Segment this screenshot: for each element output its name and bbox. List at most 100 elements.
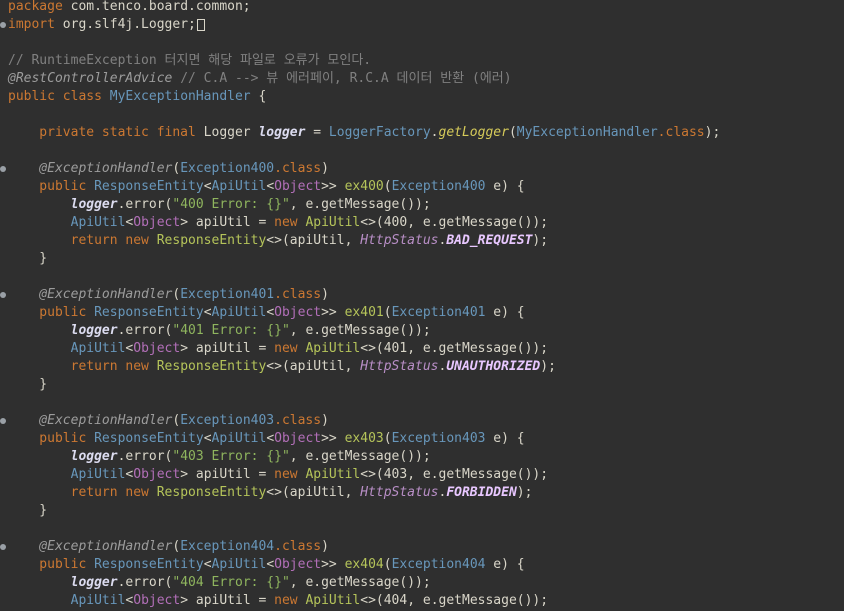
code-token: > apiUtil = <box>180 467 275 482</box>
code-line[interactable]: public class MyExceptionHandler { <box>8 88 844 106</box>
code-token: ApiUtil <box>305 467 361 482</box>
code-line[interactable]: logger.error("404 Error: {}", e.getMessa… <box>8 574 844 592</box>
code-token: .error( <box>117 575 173 590</box>
code-line[interactable]: @ExceptionHandler(Exception400.class) <box>8 160 844 178</box>
code-token: BAD_REQUEST <box>446 233 533 248</box>
code-token: ); <box>540 359 556 374</box>
code-token: import <box>8 17 55 32</box>
code-token: public <box>8 431 87 446</box>
code-line[interactable] <box>8 268 844 286</box>
code-line[interactable]: logger.error("400 Error: {}", e.getMessa… <box>8 196 844 214</box>
code-token: >> <box>321 557 345 572</box>
code-token: <>(apiUtil, <box>266 233 361 248</box>
code-line[interactable]: } <box>8 376 844 394</box>
code-line[interactable]: ApiUtil<Object> apiUtil = new ApiUtil<>(… <box>8 466 844 484</box>
code-token: HttpStatus <box>360 233 439 248</box>
code-token: ( <box>508 125 517 140</box>
code-line[interactable]: @ExceptionHandler(Exception404.class) <box>8 538 844 556</box>
code-token: @ExceptionHandler <box>8 287 173 302</box>
code-token: < <box>266 557 275 572</box>
code-token: ) <box>321 161 329 176</box>
code-line[interactable] <box>8 394 844 412</box>
code-line[interactable] <box>8 34 844 52</box>
code-token: Object <box>133 593 181 608</box>
code-token: e) { <box>485 179 525 194</box>
code-line[interactable]: ApiUtil<Object> apiUtil = new ApiUtil<>(… <box>8 592 844 610</box>
code-line[interactable]: @ExceptionHandler(Exception403.class) <box>8 412 844 430</box>
code-line[interactable]: @ExceptionHandler(Exception401.class) <box>8 286 844 304</box>
code-line[interactable]: public ResponseEntity<ApiUtil<Object>> e… <box>8 178 844 196</box>
code-token: getLogger <box>438 125 509 140</box>
code-token: } <box>8 377 48 392</box>
code-token: new <box>274 467 298 482</box>
code-token: e) { <box>485 305 525 320</box>
code-token: // RuntimeException 터지면 해당 파일로 오류가 모인다. <box>8 53 372 68</box>
code-line[interactable]: public ResponseEntity<ApiUtil<Object>> e… <box>8 556 844 574</box>
code-line[interactable]: return new ResponseEntity<>(apiUtil, Htt… <box>8 484 844 502</box>
code-token: private static final <box>8 125 196 140</box>
code-token: < <box>266 305 275 320</box>
code-token: <>(400, e.getMessage()); <box>360 215 549 230</box>
code-token: ResponseEntity <box>156 485 267 500</box>
code-token: , e.getMessage()); <box>289 449 431 464</box>
code-line[interactable]: public ResponseEntity<ApiUtil<Object>> e… <box>8 304 844 322</box>
code-token: ) <box>321 539 329 554</box>
code-line[interactable]: // RuntimeException 터지면 해당 파일로 오류가 모인다. <box>8 52 844 70</box>
code-line[interactable]: ApiUtil<Object> apiUtil = new ApiUtil<>(… <box>8 340 844 358</box>
code-token: ex401 <box>344 305 384 320</box>
code-lines: package com.tenco.board.common; import or… <box>8 0 844 610</box>
code-token: "400 Error: {}" <box>172 197 290 212</box>
code-token: Object <box>274 557 322 572</box>
code-token: . <box>430 125 439 140</box>
code-token: .class <box>274 161 322 176</box>
code-token: logger <box>258 125 306 140</box>
code-token: , e.getMessage()); <box>289 197 431 212</box>
code-token: new <box>274 341 298 356</box>
code-line[interactable] <box>8 520 844 538</box>
code-line[interactable]: package com.tenco.board.common; <box>8 0 844 16</box>
code-token: ApiUtil <box>211 179 267 194</box>
code-token: Object <box>274 179 322 194</box>
code-token: { <box>250 89 267 104</box>
code-line[interactable] <box>8 106 844 124</box>
code-line[interactable]: logger.error("403 Error: {}", e.getMessa… <box>8 448 844 466</box>
breakpoint-marker-icon[interactable] <box>0 292 6 298</box>
breakpoint-marker-icon[interactable] <box>0 544 6 550</box>
code-line[interactable]: } <box>8 250 844 268</box>
code-token: ResponseEntity <box>94 431 204 446</box>
code-token: .class <box>657 125 705 140</box>
code-token: Exception403 <box>391 431 486 446</box>
code-line[interactable]: import org.slf4j.Logger; <box>8 16 844 34</box>
code-line[interactable]: ApiUtil<Object> apiUtil = new ApiUtil<>(… <box>8 214 844 232</box>
code-token: >> <box>321 431 345 446</box>
code-line[interactable]: public ResponseEntity<ApiUtil<Object>> e… <box>8 430 844 448</box>
code-line[interactable]: private static final Logger logger = Log… <box>8 124 844 142</box>
code-line[interactable] <box>8 142 844 160</box>
code-token: < <box>266 179 275 194</box>
code-line[interactable]: @RestControllerAdvice // C.A --> 뷰 에러페이,… <box>8 70 844 88</box>
code-token: ex403 <box>344 431 384 446</box>
code-editor[interactable]: package com.tenco.board.common; import or… <box>0 0 844 611</box>
code-token: public <box>8 557 87 572</box>
breakpoint-marker-icon[interactable] <box>0 166 6 172</box>
fold-marker-icon[interactable] <box>0 22 6 28</box>
code-token: ApiUtil <box>211 305 267 320</box>
code-line[interactable]: return new ResponseEntity<>(apiUtil, Htt… <box>8 232 844 250</box>
code-token: ApiUtil <box>305 341 361 356</box>
code-line[interactable]: return new ResponseEntity<>(apiUtil, Htt… <box>8 358 844 376</box>
code-token: .error( <box>117 323 173 338</box>
code-line[interactable]: logger.error("401 Error: {}", e.getMessa… <box>8 322 844 340</box>
code-token: } <box>8 503 48 518</box>
code-line[interactable]: } <box>8 502 844 520</box>
code-token: return new <box>8 359 149 374</box>
code-token: < <box>203 179 212 194</box>
code-token: // C.A --> 뷰 에러페이, R.C.A 데이터 반환 (에러) <box>172 71 512 86</box>
breakpoint-marker-icon[interactable] <box>0 418 6 424</box>
